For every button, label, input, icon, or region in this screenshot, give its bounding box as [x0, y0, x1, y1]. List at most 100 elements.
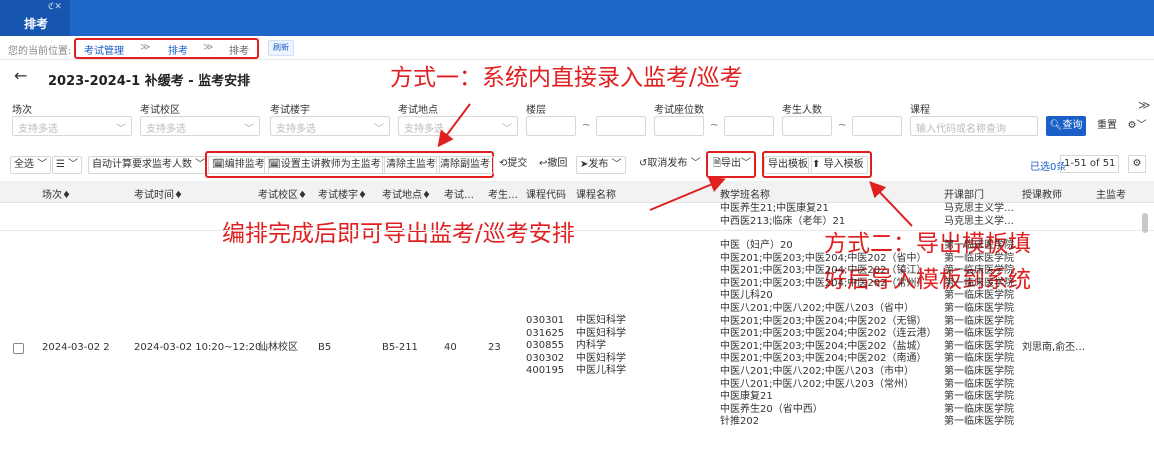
columns-dropdown[interactable]: ☰ ﹀: [52, 156, 83, 174]
session-select[interactable]: 支持多选 ﹀: [12, 116, 132, 136]
collapse-filters-icon[interactable]: ≫: [1138, 98, 1151, 112]
revoke-button[interactable]: ↩撤回: [536, 156, 570, 174]
filter-label-seats: 考试座位数: [654, 105, 704, 116]
cancel-publish-button[interactable]: ↺取消发布 ﹀: [636, 156, 704, 174]
vertical-scrollbar[interactable]: [1142, 213, 1148, 233]
class-name-line: 中医201;中医203;中医204;中医202（无锡）: [720, 315, 927, 327]
department-line: 第一临床医学院: [944, 416, 1014, 428]
publish-button[interactable]: ➤发布 ﹀: [576, 156, 626, 174]
table-row[interactable]: 中医养生21;中医康复21 中西医213;临床（老年）21 马克思主义学… 马克…: [0, 203, 1154, 231]
tab-close-icon[interactable]: ℭ✕: [48, 2, 62, 12]
query-button[interactable]: 🔍︎查询: [1046, 116, 1086, 136]
department-line: 第一临床医学院: [944, 328, 1014, 340]
course-code: 030855: [526, 340, 565, 352]
cell-location: B5-211: [382, 342, 418, 353]
chevron-down-icon: ﹀: [502, 124, 512, 135]
upload-icon: ⬆: [812, 159, 821, 170]
class-name-line: 中医八201;中医八202;中医八203（常州）: [720, 378, 914, 390]
department-line: 第一临床医学院: [944, 315, 1014, 327]
calendar-icon: 🗓︎: [268, 159, 281, 170]
breadcrumb-item-exam-management[interactable]: 考试管理: [84, 42, 124, 57]
cell-time: 2024-03-02 10:20~12:20: [134, 342, 262, 353]
submit-button[interactable]: ⟲提交: [496, 156, 530, 174]
campus-select[interactable]: 支持多选 ﹀: [140, 116, 260, 136]
department-line: 第一临床医学院: [944, 340, 1014, 352]
filter-label-campus: 考试校区: [140, 105, 180, 116]
building-select-placeholder: 支持多选: [276, 124, 316, 135]
edit-invigilation-button[interactable]: 🗓︎编排监考: [208, 156, 269, 174]
class-name-line: 中医201;中医203;中医204;中医202（省中）: [720, 252, 927, 264]
refresh-button[interactable]: 刷新: [268, 40, 294, 56]
course-name: 内科学: [576, 340, 606, 352]
course-name: 中医儿科学: [576, 365, 626, 377]
pager[interactable]: 1-51 of 51: [1060, 155, 1120, 173]
class-name-line: 中医201;中医203;中医204;中医202（盐城）: [720, 340, 927, 352]
filter-label-course: 课程: [910, 105, 930, 116]
students-min-input[interactable]: [782, 116, 832, 136]
header-course-name: 课程名称: [576, 190, 616, 201]
department-line: 第一临床医学院: [944, 378, 1014, 390]
back-arrow-icon[interactable]: ←: [14, 66, 27, 85]
cell-students: 23: [488, 342, 501, 353]
select-all-dropdown[interactable]: 全选 ﹀: [10, 156, 52, 174]
department-line: 第一临床医学院: [944, 302, 1014, 314]
department-line: 第一临床医学院: [944, 353, 1014, 365]
app-tab[interactable]: ℭ✕ 排考: [0, 0, 70, 36]
filter-label-session: 场次: [12, 105, 32, 116]
location-select[interactable]: 支持多选 ﹀: [398, 116, 518, 136]
import-template-button[interactable]: ⬆ 导入模板: [808, 156, 868, 174]
export-button[interactable]: 🗎导出﹀: [710, 156, 754, 174]
chevron-down-icon: ﹀: [244, 124, 254, 135]
clear-main-invigilator-button[interactable]: 清除主监考: [382, 156, 440, 174]
query-button-label: 查询: [1062, 120, 1083, 131]
page-title: 2023-2024-1 补缓考 - 监考安排: [48, 74, 251, 89]
breadcrumb-separator: ≫: [140, 42, 151, 53]
set-main-teacher-button[interactable]: 🗓︎设置主讲教师为主监考: [264, 156, 385, 174]
course-name: 中医妇科学: [576, 352, 626, 364]
auto-calc-dropdown[interactable]: 自动计算要求监考人数 ﹀: [88, 156, 210, 174]
class-name-line: 针推202: [720, 416, 760, 428]
annotation-method-one: 方式一：系统内直接录入监考/巡考: [390, 65, 743, 91]
filter-label-location: 考试地点: [398, 105, 438, 116]
header-time[interactable]: 考试时间♦: [134, 186, 183, 201]
gear-icon[interactable]: ⚙: [1128, 155, 1146, 173]
reset-button[interactable]: 重置: [1092, 116, 1122, 136]
students-max-input[interactable]: [852, 116, 902, 136]
range-tilde: ~: [710, 120, 719, 131]
edit-invigilation-label: 编排监考: [224, 159, 265, 170]
header-building[interactable]: 考试楼宇♦: [318, 186, 367, 201]
class-name-line: 中医八201;中医八202;中医八203（市中）: [720, 365, 914, 377]
cell-campus: 仙林校区: [258, 342, 298, 353]
department-line: 马克思主义学…: [944, 216, 1014, 227]
app-tab-title: 排考: [24, 17, 49, 31]
header-department: 开课部门: [944, 190, 984, 201]
header-campus[interactable]: 考试校区♦: [258, 186, 307, 201]
header-session[interactable]: 场次♦: [42, 186, 71, 201]
breadcrumb-prefix: 您的当前位置:: [8, 46, 72, 57]
class-name-line: 中医（妇产）20: [720, 240, 793, 251]
class-name-line: 中医201;中医203;中医204;中医202（常州）: [720, 277, 927, 289]
class-name-line: 中医儿科20: [720, 290, 773, 302]
header-teacher: 授课教师: [1022, 190, 1062, 201]
department-line: 第一临床医学院: [944, 265, 1014, 277]
seats-min-input[interactable]: [654, 116, 704, 136]
header-location[interactable]: 考试地点♦: [382, 186, 431, 201]
floor-min-input[interactable]: [526, 116, 576, 136]
floor-max-input[interactable]: [596, 116, 646, 136]
export-template-button[interactable]: 导出模板: [764, 156, 812, 174]
filter-label-building: 考试楼宇: [270, 105, 310, 116]
row-checkbox[interactable]: [13, 343, 24, 354]
calendar-icon: 🗓︎: [212, 159, 225, 170]
submit-label: 提交: [507, 158, 528, 169]
clear-sub-invigilator-button[interactable]: 清除副监考: [436, 156, 494, 174]
gear-icon[interactable]: ⚙﹀: [1124, 116, 1150, 136]
course-search-input[interactable]: 输入代码或名称查询: [910, 116, 1038, 136]
department-line: 马克思主义学…: [944, 203, 1014, 214]
header-students[interactable]: 考生…: [488, 186, 518, 201]
header-seats[interactable]: 考试…: [444, 186, 474, 201]
building-select[interactable]: 支持多选 ﹀: [270, 116, 390, 136]
breadcrumb-item-schedule[interactable]: 排考: [168, 42, 188, 57]
cell-session: 2024-03-02 2: [42, 342, 110, 353]
course-code: 400195: [526, 365, 565, 377]
seats-max-input[interactable]: [724, 116, 774, 136]
